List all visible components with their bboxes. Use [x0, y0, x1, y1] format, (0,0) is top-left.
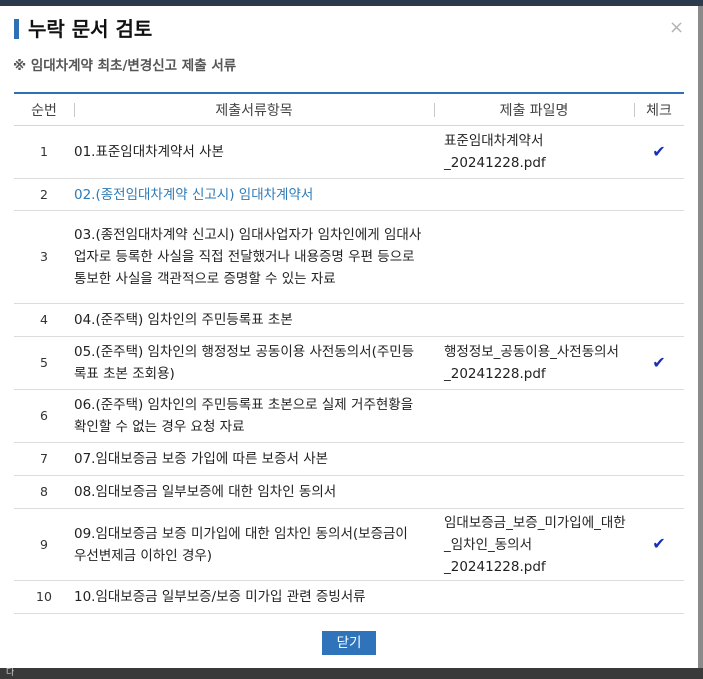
table-row: 3 03.(종전임대차계약 신고시) 임대사업자가 임차인에게 임대사업자로 등록… — [14, 210, 684, 304]
header-check: 체크 — [634, 94, 684, 126]
table-row: 4 04.(준주택) 임차인의 주민등록표 초본 — [14, 303, 684, 337]
document-item: 08.임대보증금 일부보증에 대한 임차인 동의서 — [74, 475, 434, 509]
document-item: 06.(준주택) 임차인의 주민등록표 초본으로 실제 거주현황을 확인할 수 … — [74, 389, 434, 443]
table-row: 2 02.(종전임대차계약 신고시) 임대차계약서 — [14, 178, 684, 211]
submitted-file-name: 임대보증금_보증_미가입에_대한_임차인_동의서_20241228.pdf — [434, 508, 634, 581]
row-number: 6 — [14, 389, 74, 443]
check-cell: ✔ — [634, 336, 684, 390]
dialog-title: 누락 문서 검토 — [28, 17, 153, 41]
close-icon[interactable]: × — [669, 18, 684, 38]
submitted-file-name — [434, 580, 634, 614]
table-row: 10 10.임대보증금 일부보증/보증 미가입 관련 증빙서류 — [14, 580, 684, 614]
row-number: 7 — [14, 442, 74, 476]
background-bottom-strip: 다 — [0, 668, 703, 679]
table-row: 6 06.(준주택) 임차인의 주민등록표 초본으로 실제 거주현황을 확인할 수… — [14, 389, 684, 443]
submitted-file-name — [434, 475, 634, 509]
dialog-subtitle: ※ 임대차계약 최초/변경신고 제출 서류 — [13, 58, 237, 74]
check-icon: ✔ — [652, 534, 666, 553]
submitted-file-name — [434, 442, 634, 476]
document-item: 10.임대보증금 일부보증/보증 미가입 관련 증빙서류 — [74, 580, 434, 614]
document-item: 05.(준주택) 임차인의 행정정보 공동이용 사전동의서(주민등록표 초본 조… — [74, 336, 434, 390]
table-row: 5 05.(준주택) 임차인의 행정정보 공동이용 사전동의서(주민등록표 초본 … — [14, 336, 684, 390]
submitted-file-name — [434, 389, 634, 443]
table-row: 7 07.임대보증금 보증 가입에 따른 보증서 사본 — [14, 442, 684, 476]
check-cell — [634, 442, 684, 476]
submitted-file-name — [434, 210, 634, 304]
row-number: 4 — [14, 303, 74, 337]
check-cell — [634, 580, 684, 614]
document-item: 07.임대보증금 보증 가입에 따른 보증서 사본 — [74, 442, 434, 476]
check-cell — [634, 389, 684, 443]
row-number: 8 — [14, 475, 74, 509]
check-cell — [634, 210, 684, 304]
row-number: 1 — [14, 125, 74, 179]
document-item: 09.임대보증금 보증 미가입에 대한 임차인 동의서(보증금이 우선변제금 이… — [74, 508, 434, 581]
header-item: 제출서류항목 — [74, 94, 434, 126]
check-cell: ✔ — [634, 508, 684, 581]
documents-table: 순번 제출서류항목 제출 파일명 체크 1 01.표준임대차계약서 사본 표준임대차… — [14, 92, 684, 614]
table-header-row: 순번 제출서류항목 제출 파일명 체크 — [14, 94, 684, 126]
table-row: 1 01.표준임대차계약서 사본 표준임대차계약서_20241228.pdf ✔ — [14, 125, 684, 179]
background-partial-text: 다 — [6, 668, 15, 678]
row-number: 9 — [14, 508, 74, 581]
submitted-file-name — [434, 178, 634, 211]
check-cell: ✔ — [634, 125, 684, 179]
title-accent-bar — [14, 19, 19, 39]
row-number: 3 — [14, 210, 74, 304]
close-button[interactable]: 닫기 — [322, 631, 376, 655]
check-cell — [634, 475, 684, 509]
document-item: 03.(종전임대차계약 신고시) 임대사업자가 임차인에게 임대사업자로 등록한… — [74, 210, 434, 304]
document-item: 01.표준임대차계약서 사본 — [74, 125, 434, 179]
row-number: 2 — [14, 178, 74, 211]
row-number: 10 — [14, 580, 74, 614]
submitted-file-name: 행정정보_공동이용_사전동의서_20241228.pdf — [434, 336, 634, 390]
check-cell — [634, 178, 684, 211]
document-item: 04.(준주택) 임차인의 주민등록표 초본 — [74, 303, 434, 337]
row-number: 5 — [14, 336, 74, 390]
table-row: 9 09.임대보증금 보증 미가입에 대한 임차인 동의서(보증금이 우선변제금 … — [14, 508, 684, 581]
document-item[interactable]: 02.(종전임대차계약 신고시) 임대차계약서 — [74, 178, 434, 211]
check-icon: ✔ — [652, 141, 666, 161]
submitted-file-name — [434, 303, 634, 337]
check-icon: ✔ — [652, 352, 666, 372]
background-right-edge — [698, 6, 703, 668]
header-file: 제출 파일명 — [434, 94, 634, 126]
missing-documents-dialog: 누락 문서 검토 × ※ 임대차계약 최초/변경신고 제출 서류 순번 제출서류… — [0, 6, 698, 668]
check-cell — [634, 303, 684, 337]
table-row: 8 08.임대보증금 일부보증에 대한 임차인 동의서 — [14, 475, 684, 509]
submitted-file-name: 표준임대차계약서_20241228.pdf — [434, 125, 634, 179]
header-no: 순번 — [14, 94, 74, 126]
